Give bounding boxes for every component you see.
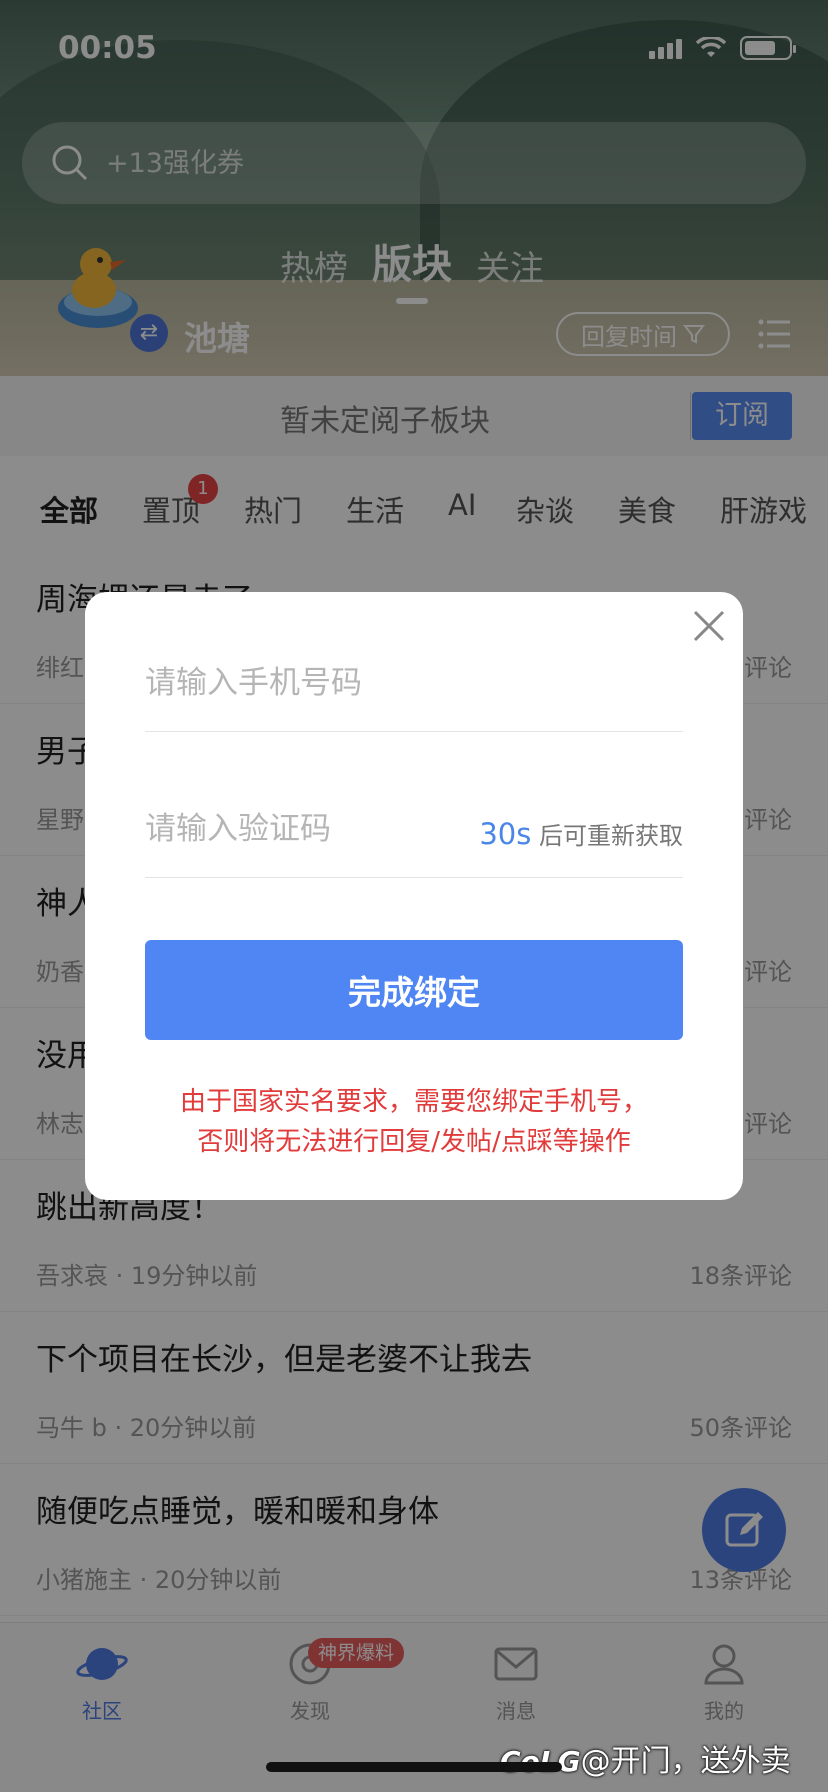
watermark-text: @开门，送外卖 <box>580 1744 791 1779</box>
notice-line: 否则将无法进行回复/发帖/点踩等操作 <box>197 1127 631 1157</box>
code-field: 30s 后可重新获取 <box>145 766 683 878</box>
bind-phone-dialog: 30s 后可重新获取 完成绑定 由于国家实名要求，需要您绑定手机号， 否则将无法… <box>85 592 743 1200</box>
phone-field <box>145 620 683 732</box>
resend-hint: 后可重新获取 <box>539 822 683 850</box>
real-name-notice: 由于国家实名要求，需要您绑定手机号， 否则将无法进行回复/发帖/点踩等操作 <box>125 1082 703 1162</box>
home-indicator <box>266 1762 562 1772</box>
phone-input[interactable] <box>145 660 485 706</box>
complete-binding-button[interactable]: 完成绑定 <box>145 940 683 1040</box>
close-icon[interactable] <box>689 606 729 646</box>
countdown-value: 30s <box>479 817 532 851</box>
verification-code-input[interactable] <box>145 806 485 852</box>
watermark: CoLG@开门，送外卖 <box>500 1736 791 1780</box>
resend-countdown: 30s 后可重新获取 <box>479 816 683 851</box>
notice-line: 由于国家实名要求，需要您绑定手机号， <box>179 1087 648 1117</box>
